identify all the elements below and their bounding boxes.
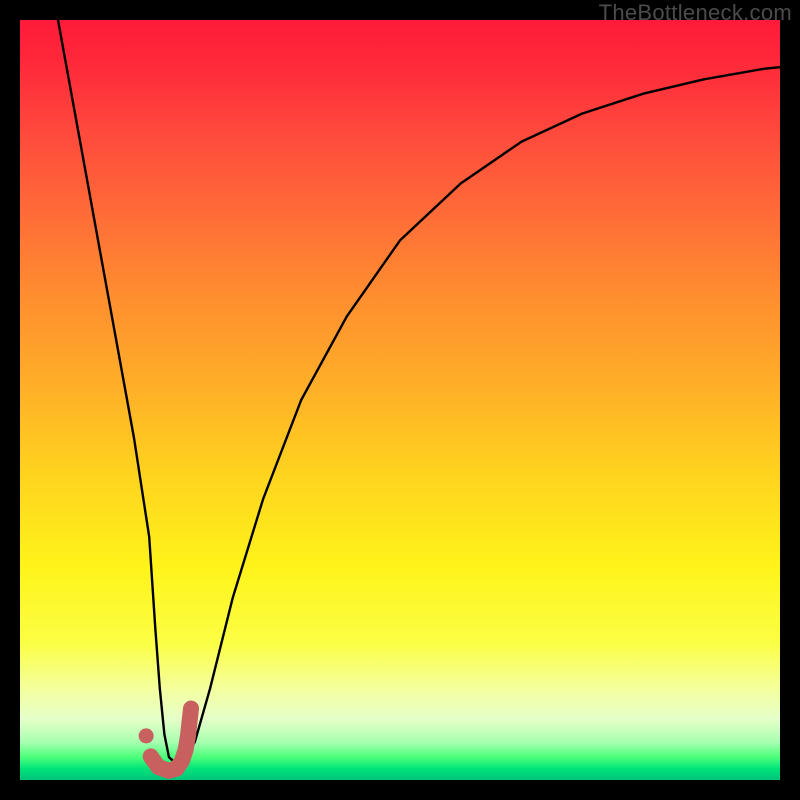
chart-container: TheBottleneck.com (0, 0, 800, 800)
optimal-J-marker (151, 709, 191, 771)
curve-layer (20, 20, 780, 780)
plot-area (20, 20, 780, 780)
bottleneck-curve (58, 20, 780, 763)
optimal-dot (139, 728, 154, 743)
